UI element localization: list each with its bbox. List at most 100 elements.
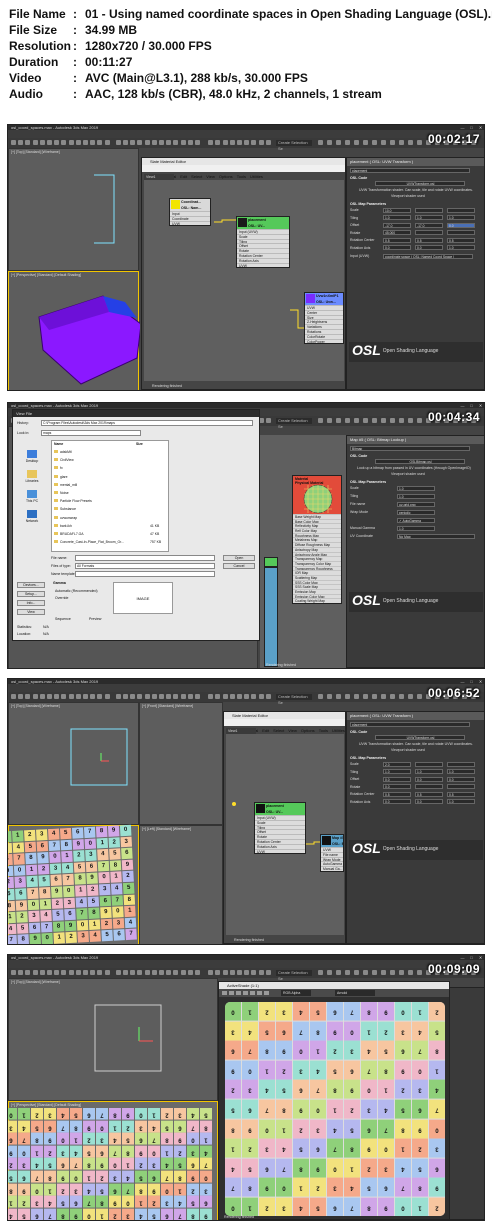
toolbar-tool-icon[interactable] [115, 970, 121, 975]
bitmap-node-stub[interactable] [264, 567, 278, 667]
sme-menu-view[interactable]: View [206, 173, 215, 180]
toolbar-tool-icon[interactable] [237, 694, 242, 699]
param-value-field[interactable]: 0.5 [383, 237, 411, 243]
toolbar-tool-icon[interactable] [408, 140, 413, 145]
sequence-checkbox[interactable]: Sequence [55, 617, 71, 621]
toolbar-tool-icon[interactable] [222, 970, 228, 975]
param-value-field[interactable]: 1.0 [397, 525, 435, 531]
toolbar-tool-icon[interactable] [408, 694, 413, 699]
param-value-field[interactable] [447, 784, 475, 789]
toolbar-tool-icon[interactable] [137, 140, 143, 145]
node-bitmap[interactable]: Map #5 OSL: Bit...UVWFile nameWrap ModeA… [320, 834, 344, 872]
param-value-field[interactable]: 1.0 [383, 769, 411, 774]
toolbar-tool-icon[interactable] [237, 970, 242, 975]
file-list[interactable]: Name Size adskMtl CivilView fx glare mental_mi… [51, 440, 169, 552]
toolbar-tool-icon[interactable] [54, 140, 60, 145]
toolbar-tool-icon[interactable] [151, 140, 157, 145]
selection-set-dropdown[interactable]: Create Selection Se [276, 694, 312, 705]
param-value-field[interactable]: 0.0 [383, 784, 411, 789]
sme-view-area[interactable]: Coordinat... OSL: Nam... Input Coordinate U… [144, 180, 344, 381]
toolbar-tool-icon[interactable] [151, 694, 157, 699]
toolbar-tool-icon[interactable] [166, 970, 172, 975]
gamma-automatic-radio[interactable]: Automatic (Recommended) [55, 589, 98, 593]
toolbar-tool-icon[interactable] [354, 970, 359, 975]
toolbar-tool-icon[interactable] [68, 694, 74, 699]
viewport-front[interactable]: [+] [Front] [Standard] [Wireframe] [139, 702, 223, 825]
view-button[interactable]: View [17, 609, 45, 615]
node-socket[interactable]: ColorPower [305, 338, 343, 343]
param-value-field[interactable]: 0.0 [415, 776, 443, 782]
toolbar-tool-icon[interactable] [250, 991, 255, 995]
toolbar-tool-icon[interactable] [372, 694, 377, 699]
viewport-top[interactable]: [+] [Top] [Standard] [Wireframe] [8, 702, 139, 825]
toolbar-tool-icon[interactable] [68, 970, 74, 975]
toolbar-tool-icon[interactable] [372, 418, 377, 423]
toolbar-tool-icon[interactable] [363, 418, 368, 423]
toolbar-tool-icon[interactable] [354, 418, 359, 423]
toolbar-tool-icon[interactable] [195, 140, 200, 145]
sidebar-place-this-pc[interactable]: This PC [19, 490, 45, 503]
node-header[interactable]: placement OSL: UV... [255, 803, 305, 815]
toolbar-tool-icon[interactable] [195, 694, 200, 699]
param-value-field[interactable]: 10.0 [383, 207, 411, 213]
toolbar-tool-icon[interactable] [187, 694, 193, 699]
toolbar-tool-icon[interactable] [265, 970, 271, 975]
node-header[interactable]: placement OSL: UV... [237, 217, 289, 229]
toolbar-tool-icon[interactable] [417, 140, 422, 145]
toolbar-tool-icon[interactable] [123, 970, 128, 975]
param-value-field[interactable]: 1.0 [383, 215, 411, 220]
toolbar-tool-icon[interactable] [237, 140, 242, 145]
node-header[interactable]: Uvw1nXmlP1 OSL: Uvw... [305, 293, 343, 305]
toolbar-tool-icon[interactable] [229, 991, 234, 995]
toolbar-tool-icon[interactable] [229, 970, 235, 975]
param-value-field[interactable]: 0.0 [447, 222, 475, 228]
node-socket[interactable]: UVW [170, 220, 210, 225]
toolbar-tool-icon[interactable] [144, 140, 150, 145]
param-value-field[interactable]: -17.0 [383, 222, 411, 228]
toolbar-tool-icon[interactable] [399, 694, 404, 699]
toolbar-tool-icon[interactable] [83, 970, 88, 975]
column-header-name[interactable]: Name [54, 442, 63, 446]
param-value-field[interactable]: uv-grid.png [397, 501, 435, 507]
node-name-field[interactable]: placement [350, 722, 470, 727]
param-value-field[interactable]: 0.5 [447, 237, 475, 243]
toolbar-tool-icon[interactable] [417, 970, 422, 975]
param-value-field[interactable]: 0.5 [383, 791, 411, 797]
setup-button[interactable]: Setup... [17, 591, 45, 597]
toolbar-tool-icon[interactable] [130, 970, 136, 975]
toolbar-tool-icon[interactable] [251, 694, 257, 699]
toolbar-tool-icon[interactable] [265, 418, 271, 423]
cancel-button[interactable]: Cancel [223, 563, 255, 569]
toolbar-tool-icon[interactable] [97, 694, 103, 699]
toolbar-tool-icon[interactable] [208, 694, 214, 699]
toolbar-tool-icon[interactable] [258, 970, 264, 975]
toolbar-tool-icon[interactable] [75, 694, 81, 699]
file-list-item[interactable]: adskMtl [54, 450, 72, 454]
toolbar-tool-icon[interactable] [354, 140, 359, 145]
selection-set-dropdown[interactable]: Create Selection Se [276, 970, 312, 981]
file-list-item[interactable]: fx [54, 466, 63, 470]
param-value-field[interactable]: periodic [397, 509, 435, 515]
param-value-field[interactable]: No Map [397, 533, 475, 539]
toolbar-tool-icon[interactable] [97, 140, 103, 145]
toolbar-tool-icon[interactable] [173, 140, 179, 145]
file-list-item[interactable]: mental_mill [54, 482, 77, 487]
param-value-field[interactable]: 45.000 [383, 230, 411, 235]
toolbar-tool-icon[interactable] [137, 970, 143, 975]
toolbar-tool-icon[interactable] [372, 970, 377, 975]
toolbar-tool-icon[interactable] [208, 970, 214, 975]
toolbar-tool-icon[interactable] [47, 140, 52, 145]
param-value-field[interactable]: 1.0 [447, 215, 475, 220]
toolbar-tool-icon[interactable] [180, 970, 186, 975]
viewport-perspective[interactable]: 0123456789034567890123678901234569012345… [8, 824, 139, 944]
param-value-field[interactable]: 0.0 [415, 245, 443, 250]
toolbar-tool-icon[interactable] [215, 970, 221, 975]
toolbar-tool-icon[interactable] [159, 970, 164, 975]
param-value-field[interactable]: 1.0 [397, 485, 435, 491]
toolbar-tool-icon[interactable] [144, 970, 150, 975]
osl-file-field[interactable]: UVWTransform.osl [375, 735, 465, 740]
toolbar-tool-icon[interactable] [166, 140, 172, 145]
viewport-left[interactable]: [+] [Left] [Standard] [Wireframe] [139, 825, 223, 944]
toolbar-tool-icon[interactable] [115, 694, 121, 699]
toolbar-tool-icon[interactable] [318, 418, 323, 423]
